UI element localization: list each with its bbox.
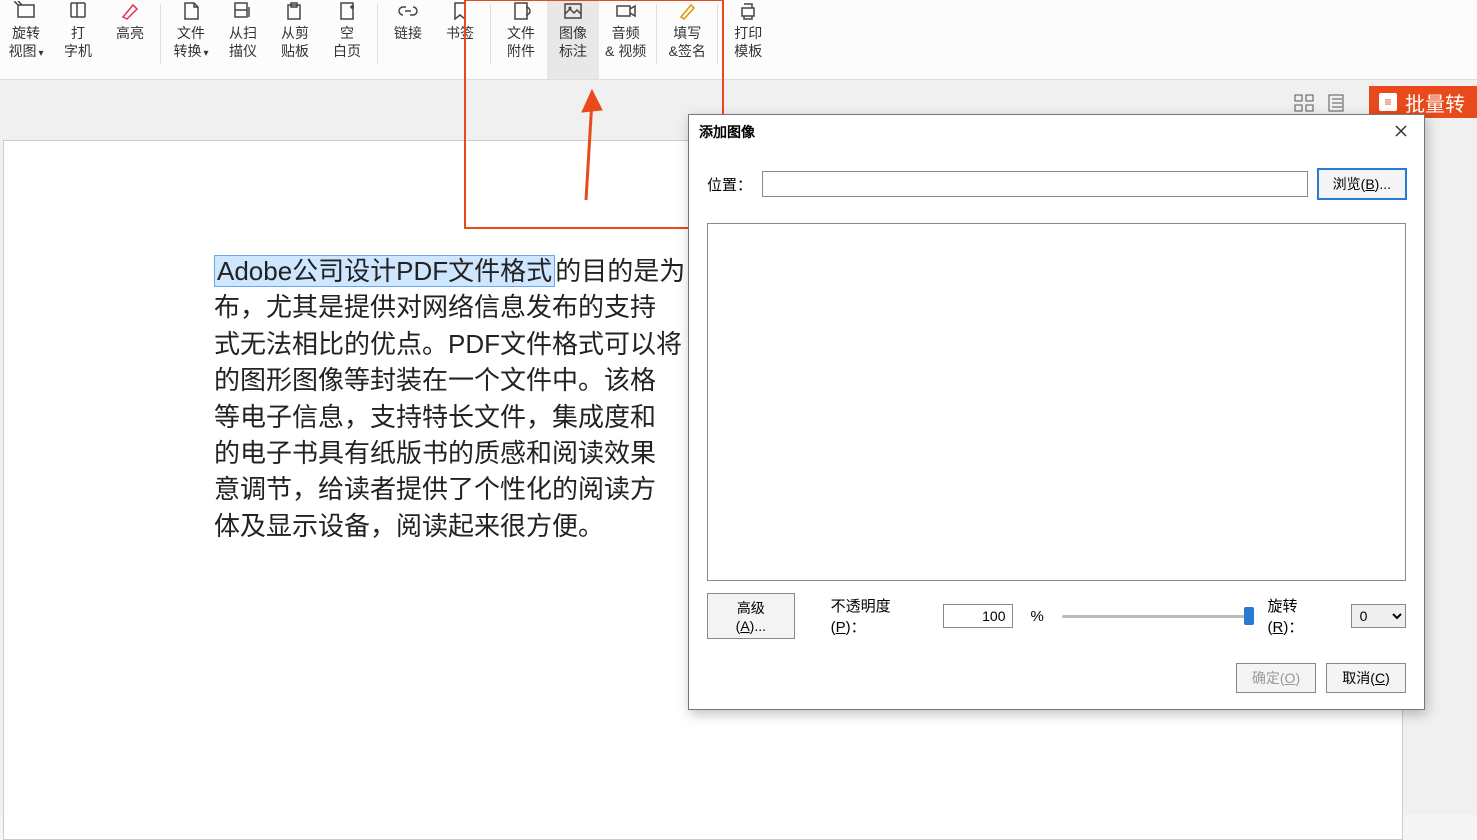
- slider-track: [1062, 615, 1250, 618]
- clipboard-icon: [281, 0, 309, 22]
- attachment-icon: [507, 0, 535, 22]
- rotate-select[interactable]: 0: [1351, 604, 1406, 628]
- file-attachment-button[interactable]: 文件附件: [495, 0, 547, 79]
- fill-sign-button[interactable]: 填写&签名: [661, 0, 713, 79]
- rotate-icon: [12, 0, 40, 22]
- dialog-titlebar[interactable]: 添加图像: [689, 115, 1424, 149]
- file-convert-label: 文件转换: [173, 25, 205, 59]
- document-icon: ≡: [1379, 93, 1397, 111]
- view-mode-controls: [1293, 93, 1347, 113]
- link-button[interactable]: 链接: [382, 0, 434, 79]
- rotate-view-label: 旋转视图: [8, 25, 40, 59]
- blank-page-label: 空白页: [333, 24, 361, 60]
- separator: [490, 4, 491, 64]
- close-button[interactable]: [1388, 121, 1414, 143]
- ok-button[interactable]: 确定(O): [1236, 663, 1316, 693]
- separator: [717, 4, 718, 64]
- bookmark-icon: [446, 0, 474, 22]
- video-icon: [612, 0, 640, 22]
- audio-video-label: 音频& 视频: [605, 24, 646, 60]
- separator: [656, 4, 657, 64]
- bookmark-button[interactable]: 书签: [434, 0, 486, 79]
- typewriter-label: 打字机: [64, 24, 92, 60]
- selected-text[interactable]: Adobe公司设计PDF文件格式: [214, 255, 555, 287]
- dialog-body: 位置： 浏览(B)... 高级(A)... 不透明度(P)： % 旋转(R)：: [689, 149, 1424, 653]
- file-attachment-label: 文件附件: [507, 24, 535, 60]
- separator: [160, 4, 161, 64]
- add-image-dialog: 添加图像 位置： 浏览(B)... 高级(A)... 不透明度(P)： %: [688, 114, 1425, 710]
- opacity-slider[interactable]: [1062, 606, 1250, 626]
- dialog-title: 添加图像: [699, 122, 755, 142]
- ribbon-toolbar: 旋转视图▾ 打字机 高亮 文件转换▾ 从扫描仪 从剪贴板 空白页: [0, 0, 1477, 80]
- chevron-down-icon: ▾: [203, 48, 208, 59]
- image-icon: [559, 0, 587, 22]
- batch-convert-label: 批量转: [1405, 88, 1465, 117]
- separator: [377, 4, 378, 64]
- opacity-input[interactable]: [943, 604, 1013, 628]
- image-annotation-label: 图像标注: [559, 24, 587, 60]
- link-label: 链接: [394, 24, 422, 42]
- close-icon: [1394, 124, 1408, 138]
- advanced-button[interactable]: 高级(A)...: [707, 593, 795, 639]
- image-preview: [707, 223, 1406, 581]
- dialog-footer: 确定(O) 取消(C): [689, 653, 1424, 709]
- print-icon: [734, 0, 762, 22]
- location-input[interactable]: [762, 171, 1308, 197]
- print-template-label: 打印模板: [734, 24, 762, 60]
- fill-sign-label: 填写&签名: [669, 24, 706, 60]
- rotate-view-button[interactable]: 旋转视图▾: [0, 0, 52, 79]
- location-row: 位置： 浏览(B)...: [707, 169, 1406, 199]
- pencil-icon: [673, 0, 701, 22]
- from-clipboard-label: 从剪贴板: [281, 24, 309, 60]
- highlight-button[interactable]: 高亮: [104, 0, 156, 79]
- bookmark-label: 书签: [446, 24, 474, 42]
- file-icon: [177, 0, 205, 22]
- options-row: 高级(A)... 不透明度(P)： % 旋转(R)： 0: [707, 581, 1406, 643]
- print-template-button[interactable]: 打印模板: [722, 0, 774, 79]
- cancel-button[interactable]: 取消(C): [1326, 663, 1406, 693]
- scanner-icon: [229, 0, 257, 22]
- from-scanner-button[interactable]: 从扫描仪: [217, 0, 269, 79]
- blank-page-icon: [333, 0, 361, 22]
- location-label: 位置：: [707, 174, 752, 195]
- browse-button[interactable]: 浏览(B)...: [1318, 169, 1406, 199]
- opacity-label: 不透明度(P)：: [831, 595, 925, 637]
- single-page-button[interactable]: [1325, 93, 1347, 113]
- blank-page-button[interactable]: 空白页: [321, 0, 373, 79]
- from-scanner-label: 从扫描仪: [229, 24, 257, 60]
- audio-video-button[interactable]: 音频& 视频: [599, 0, 652, 79]
- rotate-label: 旋转(R)：: [1268, 595, 1333, 637]
- image-annotation-button[interactable]: 图像标注: [547, 0, 599, 79]
- chevron-down-icon: ▾: [38, 48, 43, 59]
- link-icon: [394, 0, 422, 22]
- highlight-icon: [116, 0, 144, 22]
- typewriter-icon: [64, 0, 92, 22]
- highlight-label: 高亮: [116, 24, 144, 42]
- file-convert-button[interactable]: 文件转换▾: [165, 0, 217, 79]
- percent-label: %: [1031, 608, 1044, 625]
- from-clipboard-button[interactable]: 从剪贴板: [269, 0, 321, 79]
- typewriter-button[interactable]: 打字机: [52, 0, 104, 79]
- slider-thumb[interactable]: [1244, 607, 1254, 625]
- grid-view-button[interactable]: [1293, 93, 1315, 113]
